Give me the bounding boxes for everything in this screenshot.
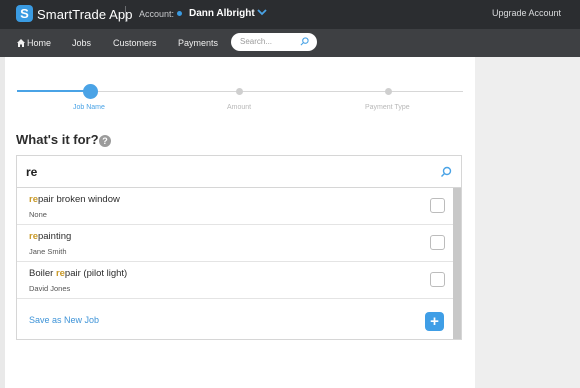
chevron-down-icon[interactable]: [256, 6, 268, 18]
result-subtitle: None: [29, 210, 47, 219]
save-new-job-link[interactable]: Save as New Job: [29, 315, 99, 325]
upgrade-account-link[interactable]: Upgrade Account: [492, 8, 561, 18]
app-logo-icon[interactable]: S: [16, 5, 33, 22]
search-icon[interactable]: [300, 37, 309, 46]
app-name[interactable]: SmartTrade App: [37, 7, 133, 22]
step-dot-job-name[interactable]: [83, 84, 98, 99]
right-gutter: [475, 57, 580, 388]
nav-payments[interactable]: Payments: [178, 38, 218, 48]
search-icon[interactable]: [440, 166, 452, 178]
step-dot-amount[interactable]: [236, 88, 243, 95]
job-form-panel: Job Name Amount Payment Type What's it f…: [5, 57, 475, 388]
help-icon[interactable]: ?: [99, 135, 111, 147]
main-nav: Home Jobs Customers Payments Search...: [0, 29, 580, 57]
result-subtitle: Jane Smith: [29, 247, 67, 256]
result-row[interactable]: repainting Jane Smith: [17, 225, 454, 262]
nav-customers[interactable]: Customers: [113, 38, 157, 48]
job-search-input[interactable]: re: [16, 155, 462, 188]
nav-jobs[interactable]: Jobs: [72, 38, 91, 48]
result-checkbox[interactable]: [430, 198, 445, 213]
save-new-job-row[interactable]: Save as New Job +: [17, 300, 454, 340]
account-name[interactable]: Dann Albright: [189, 8, 255, 19]
plus-icon[interactable]: +: [425, 312, 444, 331]
nav-search-input[interactable]: Search...: [231, 33, 317, 51]
result-title: Boiler repair (pilot light): [29, 268, 128, 279]
step-label-job-name: Job Name: [73, 104, 105, 111]
step-dot-payment-type[interactable]: [385, 88, 392, 95]
nav-search-placeholder: Search...: [240, 37, 273, 46]
results-scrollbar[interactable]: [453, 188, 461, 339]
results-list: repair broken window None repainting Jan…: [16, 188, 462, 340]
result-checkbox[interactable]: [430, 235, 445, 250]
nav-home[interactable]: Home: [27, 38, 51, 48]
step-label-payment-type: Payment Type: [365, 104, 410, 111]
question-heading: What's it for?: [16, 132, 99, 147]
result-row[interactable]: Boiler repair (pilot light) David Jones: [17, 262, 454, 299]
result-subtitle: David Jones: [29, 284, 71, 293]
progress-track-active: [17, 90, 90, 92]
account-label: Account:: [139, 9, 175, 19]
result-title: repainting: [29, 231, 72, 242]
topbar-divider: [125, 6, 126, 22]
result-title: repair broken window: [29, 194, 120, 205]
top-bar: S SmartTrade App Account: Dann Albright …: [0, 0, 580, 29]
job-search-value: re: [26, 165, 38, 179]
step-label-amount: Amount: [227, 104, 252, 111]
result-checkbox[interactable]: [430, 272, 445, 287]
home-icon: [17, 39, 25, 47]
account-status-dot: [177, 11, 182, 16]
result-row[interactable]: repair broken window None: [17, 188, 454, 225]
